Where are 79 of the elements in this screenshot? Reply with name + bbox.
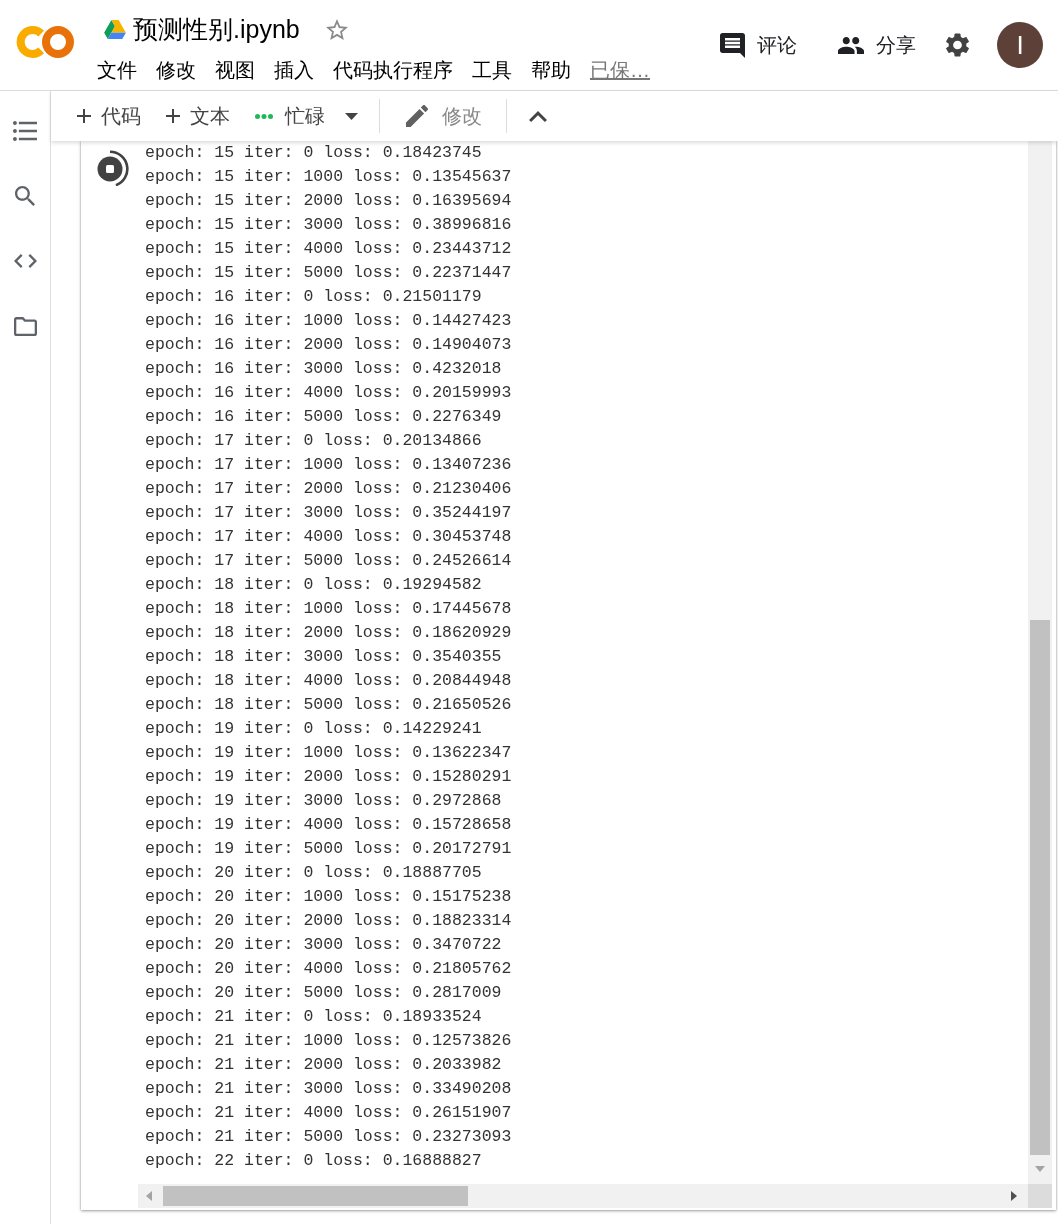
menu-item[interactable]: 视图: [215, 58, 255, 82]
menu-item[interactable]: 修改: [156, 58, 196, 82]
output-line: epoch: 15 iter: 1000 loss: 0.13545637: [145, 166, 512, 188]
folder-icon[interactable]: [13, 316, 37, 336]
scrollbar-thumb[interactable]: [1030, 620, 1050, 1155]
output-line: epoch: 19 iter: 3000 loss: 0.2972868: [145, 790, 502, 812]
caret-icon[interactable]: [345, 112, 358, 120]
output-line: epoch: 16 iter: 0 loss: 0.21501179: [145, 286, 482, 308]
output-line: epoch: 20 iter: 2000 loss: 0.18823314: [145, 910, 512, 932]
output-line: epoch: 19 iter: 2000 loss: 0.15280291: [145, 766, 512, 788]
right-arrow-icon[interactable]: [1011, 1191, 1017, 1201]
output-line: epoch: 17 iter: 3000 loss: 0.35244197: [145, 502, 512, 524]
output-line: epoch: 22 iter: 0 loss: 0.16888827: [145, 1150, 482, 1172]
plus-icon: [166, 109, 180, 123]
output-line: epoch: 18 iter: 3000 loss: 0.3540355: [145, 646, 502, 668]
output-line: epoch: 18 iter: 2000 loss: 0.18620929: [145, 622, 512, 644]
output-line: epoch: 19 iter: 1000 loss: 0.13622347: [145, 742, 512, 764]
pencil-icon: [406, 105, 428, 127]
avatar-button[interactable]: I: [997, 22, 1043, 68]
speech-bubble-icon: [720, 32, 745, 58]
triangle-icon[interactable]: [104, 19, 126, 39]
edit-mode-button[interactable]: 修改: [398, 98, 490, 134]
comment-button[interactable]: 评论: [720, 27, 797, 63]
output-line: epoch: 19 iter: 0 loss: 0.14229241: [145, 718, 482, 740]
search-icon[interactable]: [15, 186, 35, 206]
output-line: epoch: 16 iter: 1000 loss: 0.14427423: [145, 310, 512, 332]
output-line: epoch: 21 iter: 0 loss: 0.18933524: [145, 1006, 482, 1028]
output-line: epoch: 17 iter: 5000 loss: 0.24526614: [145, 550, 512, 572]
output-line: epoch: 20 iter: 5000 loss: 0.2817009: [145, 982, 502, 1004]
output-line: epoch: 16 iter: 5000 loss: 0.2276349: [145, 406, 502, 428]
menu-item[interactable]: 文件: [97, 58, 137, 82]
output-line: epoch: 19 iter: 5000 loss: 0.20172791: [145, 838, 512, 860]
save-status-link[interactable]: 已保…: [590, 58, 650, 82]
plus-icon: [77, 109, 91, 123]
add-cell-button[interactable]: 文本: [158, 98, 238, 134]
output-line: epoch: 17 iter: 4000 loss: 0.30453748: [145, 526, 512, 548]
menu-item[interactable]: 帮助: [531, 58, 571, 82]
output-line: epoch: 17 iter: 2000 loss: 0.21230406: [145, 478, 512, 500]
output-line: epoch: 21 iter: 1000 loss: 0.12573826: [145, 1030, 512, 1052]
chevron-up-icon[interactable]: [529, 110, 547, 122]
output-line: epoch: 21 iter: 2000 loss: 0.2033982: [145, 1054, 502, 1076]
star-icon[interactable]: [325, 18, 348, 40]
people-icon: [838, 36, 864, 54]
output-line: epoch: 16 iter: 4000 loss: 0.20159993: [145, 382, 512, 404]
output-line: epoch: 20 iter: 1000 loss: 0.15175238: [145, 886, 512, 908]
output-line: epoch: 16 iter: 2000 loss: 0.14904073: [145, 334, 512, 356]
list-icon[interactable]: [13, 121, 37, 141]
share-button[interactable]: 分享: [838, 27, 916, 63]
notebook-title[interactable]: 预测性别.ipynb: [133, 12, 300, 46]
output-line: epoch: 18 iter: 1000 loss: 0.17445678: [145, 598, 512, 620]
output-line: epoch: 15 iter: 0 loss: 0.18423745: [145, 142, 482, 164]
output-line: epoch: 16 iter: 3000 loss: 0.4232018: [145, 358, 502, 380]
menu-item[interactable]: 插入: [274, 58, 314, 82]
settings-icon[interactable]: [946, 33, 969, 57]
output-line: epoch: 17 iter: 0 loss: 0.20134866: [145, 430, 482, 452]
scrollbar-corner: [1028, 1184, 1052, 1208]
output-line: epoch: 21 iter: 5000 loss: 0.23273093: [145, 1126, 512, 1148]
output-line: epoch: 17 iter: 1000 loss: 0.13407236: [145, 454, 512, 476]
output-line: epoch: 18 iter: 0 loss: 0.19294582: [145, 574, 482, 596]
output-line: epoch: 15 iter: 4000 loss: 0.23443712: [145, 238, 512, 260]
logo-icon[interactable]: [16, 24, 74, 60]
dots-icon: [255, 113, 273, 119]
code-brackets-icon[interactable]: [13, 254, 37, 268]
output-line: epoch: 19 iter: 4000 loss: 0.15728658: [145, 814, 512, 836]
output-line: epoch: 20 iter: 4000 loss: 0.21805762: [145, 958, 512, 980]
output-line: epoch: 15 iter: 2000 loss: 0.16395694: [145, 190, 512, 212]
output-line: epoch: 20 iter: 3000 loss: 0.3470722: [145, 934, 502, 956]
output-line: epoch: 21 iter: 4000 loss: 0.26151907: [145, 1102, 512, 1124]
output-line: epoch: 21 iter: 3000 loss: 0.33490208: [145, 1078, 512, 1100]
scrollbar-thumb[interactable]: [163, 1186, 468, 1206]
output-line: epoch: 20 iter: 0 loss: 0.18887705: [145, 862, 482, 884]
output-line: epoch: 18 iter: 4000 loss: 0.20844948: [145, 670, 512, 692]
menu-item[interactable]: 代码执行程序: [333, 58, 453, 82]
runtime-status-button[interactable]: 忙碌: [247, 98, 333, 134]
output-line: epoch: 18 iter: 5000 loss: 0.21650526: [145, 694, 512, 716]
menu-item[interactable]: 工具: [472, 58, 512, 82]
add-cell-button[interactable]: 代码: [69, 98, 149, 134]
output-line: epoch: 15 iter: 5000 loss: 0.22371447: [145, 262, 512, 284]
output-line: epoch: 15 iter: 3000 loss: 0.38996816: [145, 214, 512, 236]
